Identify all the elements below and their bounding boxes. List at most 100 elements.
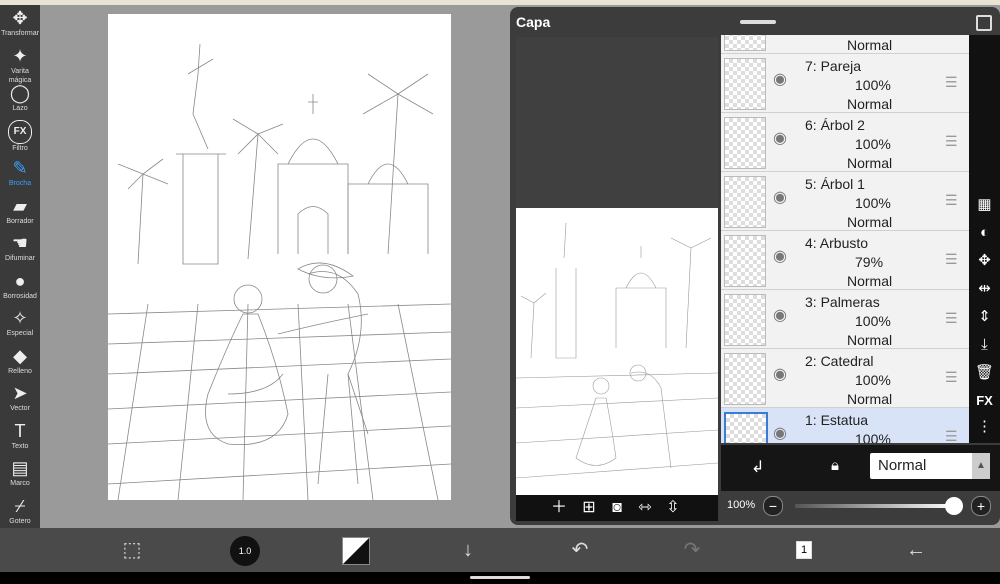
layer-mode: Normal bbox=[847, 214, 893, 230]
drag-handle-icon[interactable]: ☰ bbox=[945, 429, 961, 443]
flip-vertical-icon[interactable]: ⇳ bbox=[662, 498, 684, 518]
eye-icon[interactable]: ◉ bbox=[773, 367, 793, 383]
eye-icon[interactable]: ◉ bbox=[773, 249, 793, 265]
alpha-lock-icon[interactable]: 🔒︎ bbox=[831, 457, 839, 474]
layer-row-partial[interactable]: Normal bbox=[721, 35, 969, 54]
panel-drag-handle[interactable] bbox=[740, 20, 776, 24]
layer-thumbnail bbox=[724, 35, 766, 51]
tool-lasso[interactable]: ◯ Lazo bbox=[0, 80, 40, 118]
opacity-increase-button[interactable]: + bbox=[971, 496, 991, 516]
tool-move[interactable]: ✥ Transformar bbox=[0, 5, 40, 43]
layer-thumbnail bbox=[724, 294, 766, 346]
tool-special-brush[interactable]: ✧ Especial bbox=[0, 305, 40, 343]
tool-label: Gotero bbox=[9, 517, 31, 525]
drag-handle-icon[interactable]: ☰ bbox=[945, 134, 961, 148]
preview-sketch bbox=[515, 222, 719, 479]
delete-layer-icon[interactable]: 🗑 bbox=[969, 361, 1000, 385]
layers-count: 1 bbox=[796, 541, 812, 559]
blend-controls: ↲ 🔒︎ Normal ▲ bbox=[721, 445, 1000, 491]
selection-eraser-icon[interactable]: ⬚ bbox=[118, 536, 146, 564]
layer-name: 3: Palmeras bbox=[805, 294, 880, 310]
eye-icon[interactable]: ◉ bbox=[773, 190, 793, 206]
tool-brush[interactable]: ✎ Brocha bbox=[0, 155, 40, 193]
tool-blur-drop[interactable]: ● Borrosidad bbox=[0, 268, 40, 306]
opacity-decrease-button[interactable]: − bbox=[763, 496, 783, 516]
layer-name: 1: Estatua bbox=[805, 412, 869, 428]
bottom-toolbar: ⬚ 1.0 ↓ ↶ ↷ 1 ← bbox=[0, 528, 1000, 572]
camera-icon[interactable]: ◙ bbox=[606, 498, 628, 518]
tool-text[interactable]: T Texto bbox=[0, 418, 40, 456]
eye-icon[interactable]: ◉ bbox=[773, 308, 793, 324]
tool-fx[interactable]: FX Filtro bbox=[0, 118, 40, 156]
layer-row[interactable]: ◉ 2: Catedral 100% Normal ☰ bbox=[721, 349, 969, 408]
layer-name: 6: Árbol 2 bbox=[805, 117, 865, 133]
opacity-slider-knob[interactable] bbox=[945, 497, 963, 515]
opacity-control: 100% − + bbox=[721, 491, 1000, 521]
back-icon[interactable]: ← bbox=[902, 536, 930, 564]
layer-opacity: 100% bbox=[855, 195, 891, 211]
frame-icon: ▤ bbox=[11, 458, 29, 478]
contrast-icon[interactable]: ◐ bbox=[969, 221, 1000, 245]
layer-opacity: 100% bbox=[855, 136, 891, 152]
brush-size-icon[interactable]: 1.0 bbox=[230, 536, 260, 566]
duplicate-layer-icon[interactable]: ⊞ bbox=[578, 498, 600, 518]
layer-row[interactable]: ◉ 3: Palmeras 100% Normal ☰ bbox=[721, 290, 969, 349]
color-swatch-icon[interactable] bbox=[342, 537, 370, 565]
opacity-slider-track[interactable] bbox=[795, 504, 955, 508]
home-indicator[interactable] bbox=[470, 576, 530, 579]
cursor-icon: ➤ bbox=[12, 383, 28, 403]
clipping-icon[interactable]: ↲ bbox=[751, 457, 764, 477]
move-layer-icon[interactable]: ✥ bbox=[969, 249, 1000, 273]
drag-handle-icon[interactable]: ☰ bbox=[945, 252, 961, 266]
preview-toolbar: ＋ ⊞ ◙ ⇿ ⇳ bbox=[516, 495, 718, 521]
drag-handle-icon[interactable]: ☰ bbox=[945, 75, 961, 89]
more-options-icon[interactable]: ⋮ bbox=[969, 415, 1000, 439]
layer-list[interactable]: Normal ◉ 7: Pareja 100% Normal ☰ ◉ 6: Árbol 2 1… bbox=[721, 35, 969, 443]
layer-row[interactable]: ◉1: Estatua100%Normal☰ bbox=[721, 408, 969, 443]
tool-fill[interactable]: ◆ Relleno bbox=[0, 343, 40, 381]
layer-row[interactable]: ◉ 7: Pareja 100% Normal ☰ bbox=[721, 54, 969, 113]
tool-label: Borrosidad bbox=[3, 292, 37, 300]
flip-layer-vertical-icon[interactable]: ⇕ bbox=[969, 305, 1000, 329]
text-icon: T bbox=[14, 420, 26, 441]
redo-icon[interactable]: ↷ bbox=[678, 536, 706, 564]
layer-row[interactable]: ◉ 4: Arbusto 79% Normal ☰ bbox=[721, 231, 969, 290]
eye-icon[interactable]: ◉ bbox=[773, 72, 793, 88]
tool-eraser[interactable]: ▰ Borrador bbox=[0, 193, 40, 231]
maximize-icon[interactable] bbox=[976, 15, 992, 31]
merge-down-icon[interactable]: ⤓ bbox=[969, 333, 1000, 357]
layer-name: 4: Arbusto bbox=[805, 235, 869, 251]
blend-mode-select[interactable]: Normal ▲ bbox=[870, 453, 990, 479]
undo-icon[interactable]: ↶ bbox=[566, 536, 594, 564]
dropdown-arrow-icon[interactable]: ▲ bbox=[972, 453, 990, 479]
tool-magic-wand[interactable]: ✦ Varita mágica bbox=[0, 43, 40, 84]
special-brush-icon: ✧ bbox=[12, 308, 28, 328]
add-layer-icon[interactable]: ＋ bbox=[548, 498, 570, 518]
tool-frame[interactable]: ▤ Marco bbox=[0, 455, 40, 493]
fx-icon[interactable]: FX bbox=[969, 389, 1000, 413]
drawing-canvas[interactable] bbox=[107, 14, 452, 501]
tool-smudge[interactable]: ☚ Difuminar bbox=[0, 230, 40, 268]
eye-icon[interactable]: ◉ bbox=[773, 426, 793, 442]
drag-handle-icon[interactable]: ☰ bbox=[945, 193, 961, 207]
magic-wand-icon: ✦ bbox=[12, 45, 28, 66]
flip-layer-horizontal-icon[interactable]: ⇹ bbox=[969, 277, 1000, 301]
layers-icon[interactable]: 1 bbox=[790, 536, 818, 564]
canvas-area[interactable] bbox=[40, 5, 510, 528]
system-nav-bar bbox=[0, 572, 1000, 584]
tool-cursor[interactable]: ➤ Vector bbox=[0, 380, 40, 418]
drag-handle-icon[interactable]: ☰ bbox=[945, 370, 961, 384]
tool-eyedropper[interactable]: ⌿ Gotero bbox=[0, 493, 40, 531]
download-arrow-icon[interactable]: ↓ bbox=[454, 536, 482, 564]
checkerboard-icon[interactable]: ▦ bbox=[969, 193, 1000, 217]
layer-mode: Normal bbox=[847, 332, 893, 348]
brush-size-value: 1.0 bbox=[238, 546, 252, 556]
drag-handle-icon[interactable]: ☰ bbox=[945, 311, 961, 325]
brush-icon: ✎ bbox=[12, 158, 28, 178]
flip-horizontal-icon[interactable]: ⇿ bbox=[634, 498, 656, 518]
layer-row[interactable]: ◉ 6: Árbol 2 100% Normal ☰ bbox=[721, 113, 969, 172]
eye-icon[interactable]: ◉ bbox=[773, 131, 793, 147]
layer-row[interactable]: ◉ 5: Árbol 1 100% Normal ☰ bbox=[721, 172, 969, 231]
blend-mode-value: Normal bbox=[878, 457, 927, 474]
sketch-artwork bbox=[107, 43, 452, 501]
